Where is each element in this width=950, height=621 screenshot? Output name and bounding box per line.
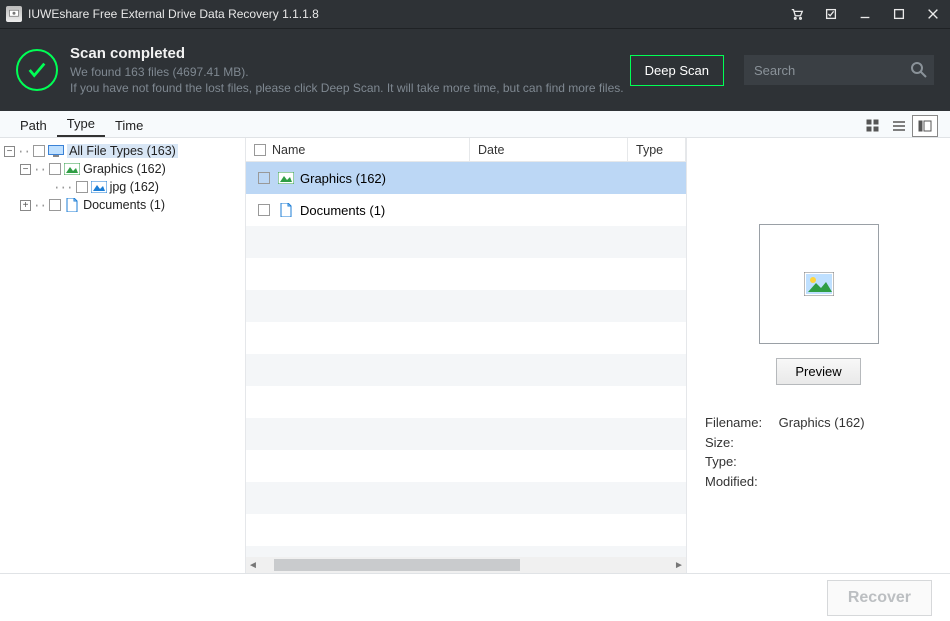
graphics-icon xyxy=(278,171,294,185)
close-button[interactable] xyxy=(916,0,950,28)
tree-graphics[interactable]: −·· Graphics (162) xyxy=(0,160,245,178)
meta-filename-label: Filename: xyxy=(705,413,775,433)
collapse-icon[interactable]: − xyxy=(4,146,15,157)
checkbox[interactable] xyxy=(49,199,61,211)
preview-thumbnail xyxy=(759,224,879,344)
horizontal-scrollbar[interactable]: ◄ ► xyxy=(246,557,686,573)
expand-icon[interactable]: + xyxy=(20,200,31,211)
scroll-right-icon[interactable]: ► xyxy=(672,557,686,573)
list-item-empty xyxy=(246,418,686,450)
column-date[interactable]: Date xyxy=(470,138,628,161)
tree-label: All File Types (163) xyxy=(67,144,178,158)
list-item-empty xyxy=(246,514,686,546)
cart-icon[interactable] xyxy=(780,0,814,28)
deep-scan-button[interactable]: Deep Scan xyxy=(630,55,724,86)
list-item-empty xyxy=(246,290,686,322)
list-label: Documents (1) xyxy=(300,203,385,218)
tree-label: Graphics (162) xyxy=(83,162,166,176)
status-header: Scan completed We found 163 files (4697.… xyxy=(0,28,950,111)
jpg-icon xyxy=(91,180,107,194)
tree-jpg[interactable]: ··· jpg (162) xyxy=(0,178,245,196)
select-all-checkbox[interactable] xyxy=(254,144,266,156)
checkbox[interactable] xyxy=(33,145,45,157)
meta-size-label: Size: xyxy=(705,433,775,453)
tree-documents[interactable]: +·· Documents (1) xyxy=(0,196,245,214)
register-icon[interactable] xyxy=(814,0,848,28)
meta-filename-value: Graphics (162) xyxy=(779,415,865,430)
checkbox[interactable] xyxy=(258,172,270,184)
list-item-empty xyxy=(246,546,686,557)
app-icon xyxy=(6,6,22,22)
scroll-thumb[interactable] xyxy=(274,559,520,571)
list-item-empty xyxy=(246,482,686,514)
title-bar: IUWEshare Free External Drive Data Recov… xyxy=(0,0,950,28)
tree-label: jpg (162) xyxy=(110,180,159,194)
collapse-icon[interactable]: − xyxy=(20,164,31,175)
preview-button[interactable]: Preview xyxy=(776,358,860,385)
meta-type-label: Type: xyxy=(705,452,775,472)
list-item-empty xyxy=(246,226,686,258)
list-item-empty xyxy=(246,386,686,418)
tabs-row: Path Type Time xyxy=(0,111,950,138)
column-type[interactable]: Type xyxy=(628,138,686,161)
list-item-empty xyxy=(246,354,686,386)
graphics-icon xyxy=(64,162,80,176)
list-item[interactable]: Documents (1) xyxy=(246,194,686,226)
recover-button[interactable]: Recover xyxy=(827,580,932,616)
list-item-empty xyxy=(246,322,686,354)
status-line1: We found 163 files (4697.41 MB). xyxy=(70,64,630,80)
list-item-empty xyxy=(246,450,686,482)
column-headers: Name Date Type xyxy=(246,138,686,162)
tab-type[interactable]: Type xyxy=(57,112,105,137)
checkbox[interactable] xyxy=(49,163,61,175)
view-detail-button[interactable] xyxy=(912,115,938,137)
search-box xyxy=(744,55,934,85)
status-heading: Scan completed xyxy=(70,44,630,64)
preview-panel: Preview Filename: Graphics (162) Size: T… xyxy=(686,138,950,573)
file-tree: −·· All File Types (163) −·· Graphics (1… xyxy=(0,138,246,573)
document-icon xyxy=(278,203,294,217)
check-icon xyxy=(16,49,58,91)
search-input[interactable] xyxy=(744,55,934,85)
list-item-empty xyxy=(246,258,686,290)
tab-path[interactable]: Path xyxy=(10,114,57,137)
checkbox[interactable] xyxy=(76,181,88,193)
footer: Recover xyxy=(0,574,950,621)
tab-time[interactable]: Time xyxy=(105,114,153,137)
view-list-button[interactable] xyxy=(886,115,912,137)
main-area: −·· All File Types (163) −·· Graphics (1… xyxy=(0,138,950,574)
list-item[interactable]: Graphics (162) xyxy=(246,162,686,194)
minimize-button[interactable] xyxy=(848,0,882,28)
window-title: IUWEshare Free External Drive Data Recov… xyxy=(28,7,319,21)
monitor-icon xyxy=(48,144,64,158)
document-icon xyxy=(64,198,80,212)
file-list: Name Date Type Graphics (162) Documents … xyxy=(246,138,686,573)
tree-root[interactable]: −·· All File Types (163) xyxy=(0,142,245,160)
checkbox[interactable] xyxy=(258,204,270,216)
maximize-button[interactable] xyxy=(882,0,916,28)
list-label: Graphics (162) xyxy=(300,171,386,186)
search-icon xyxy=(910,61,928,79)
column-name[interactable]: Name xyxy=(246,138,470,161)
status-line2: If you have not found the lost files, pl… xyxy=(70,80,630,96)
meta-modified-label: Modified: xyxy=(705,472,775,492)
view-grid-button[interactable] xyxy=(860,115,886,137)
scroll-left-icon[interactable]: ◄ xyxy=(246,557,260,573)
tree-label: Documents (1) xyxy=(83,198,165,212)
